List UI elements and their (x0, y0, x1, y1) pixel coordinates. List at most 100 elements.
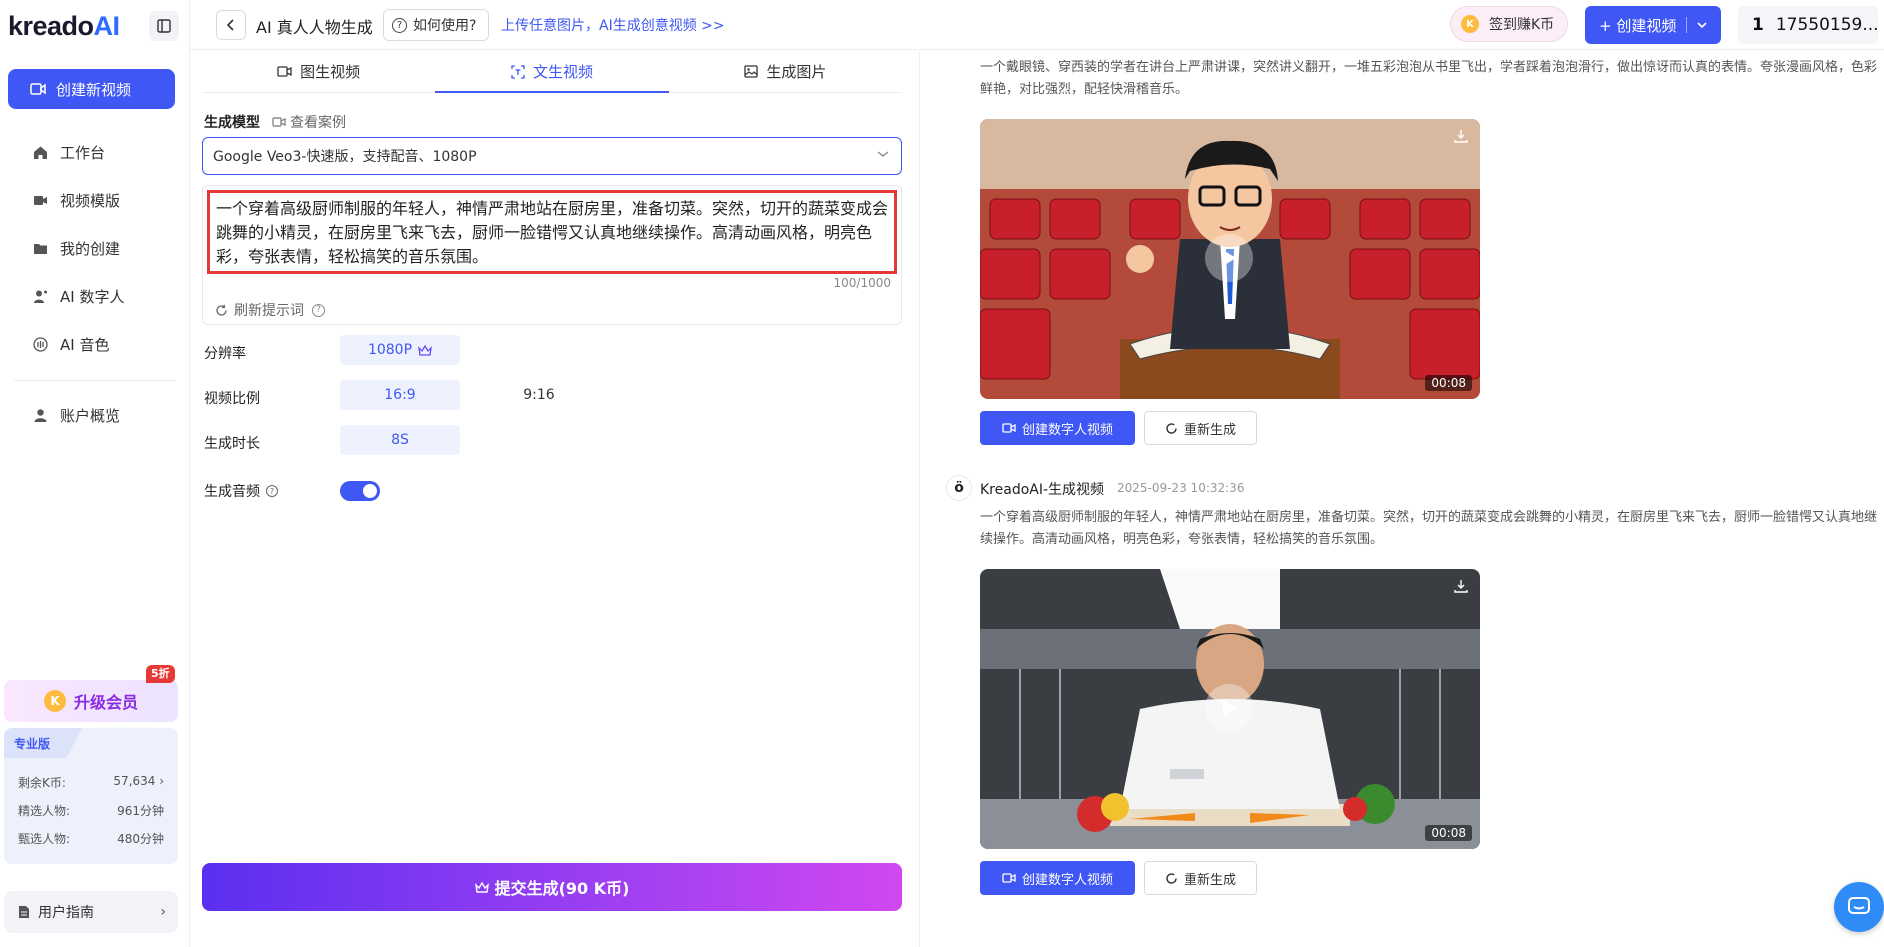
create-new-video-label: 创建新视频 (56, 80, 132, 99)
plan-row-label: 精选人物: (18, 804, 71, 818)
prompt-box: 一个穿着高级厨师制服的年轻人，神情严肃地站在厨房里，准备切菜。突然，切开的蔬菜变… (202, 185, 902, 325)
button-label: 创建数字人视频 (1021, 872, 1113, 888)
result-description: 一个穿着高级厨师制服的年轻人，神情严肃地站在厨房里，准备切菜。突然，切开的蔬菜变… (980, 510, 1878, 547)
submit-label: 提交生成(90 K币) (494, 879, 630, 898)
submit-generate-button[interactable]: 提交生成(90 K币) (202, 863, 902, 911)
sidebar-item-my-creations[interactable]: 我的创建 (0, 224, 190, 272)
download-icon[interactable] (1454, 579, 1468, 593)
sidebar-item-templates[interactable]: 视频模版 (0, 176, 190, 224)
user-icon (32, 407, 48, 423)
digital-human-icon (32, 288, 48, 304)
regenerate-button[interactable]: 重新生成 (1144, 411, 1257, 445)
refresh-prompt-button[interactable]: 刷新提示词 ? (215, 300, 325, 320)
user-avatar-icon: 1 (1752, 15, 1764, 35)
video-camera-icon (30, 83, 46, 95)
download-icon[interactable] (1454, 129, 1468, 143)
ratio-option-9-16[interactable]: 9:16 (479, 380, 599, 410)
kreado-avatar: ö (946, 475, 972, 501)
chevron-left-icon (226, 19, 234, 31)
create-digital-human-video-button[interactable]: 创建数字人视频 (980, 861, 1135, 895)
user-guide-button[interactable]: 用户指南 › (4, 891, 178, 933)
promo-link[interactable]: 上传任意图片，AI生成创意视频 >> (501, 15, 725, 35)
how-to-use-label: 如何使用? (413, 18, 477, 34)
model-label: 生成模型 (204, 115, 260, 131)
chevron-down-icon (1697, 22, 1707, 29)
tab-generate-image[interactable]: 生成图片 (669, 51, 902, 92)
tab-label: 文生视频 (532, 63, 593, 81)
plan-row-featured: 精选人物: 961分钟 (18, 802, 164, 819)
image-icon (744, 65, 758, 78)
video-duration: 00:08 (1425, 825, 1472, 841)
resolution-option[interactable]: 1080P (340, 335, 460, 365)
tab-text-to-video[interactable]: 文生视频 (435, 51, 669, 93)
video-camera-icon (1002, 423, 1016, 433)
generation-form: 图生视频 文生视频 生成图片 生成模型 查看案例 Google Veo3-快速版… (190, 51, 920, 947)
plan-row-k-coins[interactable]: 剩余K币: 57,634 › (18, 774, 164, 791)
video-thumbnail[interactable]: 00:08 (980, 569, 1480, 849)
coin-icon: K (1461, 15, 1479, 33)
home-icon (32, 144, 48, 160)
model-select[interactable]: Google Veo3-快速版，支持配音、1080P (202, 137, 902, 175)
sidebar-item-digital-human[interactable]: AI 数字人 (0, 272, 190, 320)
sidebar-item-label: AI 数字人 (60, 287, 125, 306)
tab-label: 生成图片 (766, 63, 827, 81)
upgrade-label: 升级会员 (73, 693, 138, 712)
create-video-button[interactable]: + 创建视频 (1585, 6, 1721, 44)
tab-image-to-video[interactable]: 图生视频 (202, 51, 435, 92)
plan-tag: 专业版 (4, 728, 82, 758)
plan-row-label: 剩余K币: (18, 776, 66, 790)
text-video-icon (511, 64, 525, 79)
char-counter: 100/1000 (833, 276, 892, 290)
sidebar-item-label: 我的创建 (60, 239, 121, 258)
chat-support-button[interactable] (1834, 882, 1884, 932)
play-icon[interactable] (1205, 234, 1253, 282)
check-in-button[interactable]: K 签到赚K币 (1450, 6, 1568, 42)
sidebar-item-voice[interactable]: AI 音色 (0, 320, 190, 368)
logo[interactable]: kreadoAI (8, 11, 120, 42)
plan-row-value: 480分钟 (117, 832, 164, 846)
sidebar-divider (14, 380, 176, 381)
check-in-label: 签到赚K币 (1489, 17, 1555, 33)
divider (1686, 17, 1688, 33)
create-new-video-button[interactable]: 创建新视频 (8, 69, 175, 109)
ratio-label: 视频比例 (204, 391, 260, 407)
tab-label: 图生视频 (300, 63, 361, 81)
video-thumbnail[interactable]: 00:08 (980, 119, 1480, 399)
sidebar-item-label: 视频模版 (60, 191, 121, 210)
audio-toggle[interactable] (340, 481, 380, 501)
crown-icon (474, 881, 489, 893)
sidebar: kreadoAI 创建新视频 工作台 视频模版 我的创建 AI 数字人 AI 音… (0, 0, 190, 947)
user-guide-label: 用户指南 (38, 905, 94, 921)
upgrade-membership-button[interactable]: K 升级会员 (4, 680, 178, 722)
discount-badge: 5折 (146, 665, 175, 683)
question-icon[interactable]: ? (266, 485, 278, 497)
sidebar-item-label: AI 音色 (60, 335, 110, 354)
play-icon[interactable] (1205, 684, 1253, 732)
question-icon: ? (392, 17, 407, 33)
ratio-option-16-9[interactable]: 16:9 (340, 380, 460, 410)
sidebar-collapse-button[interactable] (149, 11, 179, 41)
voice-icon (32, 336, 48, 352)
user-account-menu[interactable]: 1 17550159... (1738, 6, 1879, 44)
create-video-label: + 创建视频 (1599, 16, 1677, 35)
plan-row-value: 961分钟 (117, 804, 164, 818)
see-case-link[interactable]: 查看案例 (272, 112, 346, 132)
page-title: AI 真人人物生成 (256, 18, 373, 37)
sidebar-item-workspace[interactable]: 工作台 (0, 128, 190, 176)
top-bar: AI 真人人物生成 ? 如何使用? 上传任意图片，AI生成创意视频 >> K 签… (190, 0, 1884, 50)
create-digital-human-video-button[interactable]: 创建数字人视频 (980, 411, 1135, 445)
image-video-icon (277, 65, 292, 78)
question-icon[interactable]: ? (312, 303, 325, 317)
button-label: 重新生成 (1183, 422, 1236, 438)
prompt-input[interactable]: 一个穿着高级厨师制服的年轻人，神情严肃地站在厨房里，准备切菜。突然，切开的蔬菜变… (207, 190, 897, 274)
regenerate-button[interactable]: 重新生成 (1144, 861, 1257, 895)
button-label: 创建数字人视频 (1021, 422, 1113, 438)
duration-option[interactable]: 8S (340, 425, 460, 455)
folder-icon (32, 240, 48, 256)
video-camera-icon (1002, 873, 1016, 883)
back-button[interactable] (216, 10, 246, 40)
video-duration: 00:08 (1425, 375, 1472, 391)
how-to-use-button[interactable]: ? 如何使用? (383, 9, 489, 41)
result-author: KreadoAI-生成视频 (980, 482, 1105, 498)
sidebar-item-account[interactable]: 账户概览 (0, 391, 190, 439)
